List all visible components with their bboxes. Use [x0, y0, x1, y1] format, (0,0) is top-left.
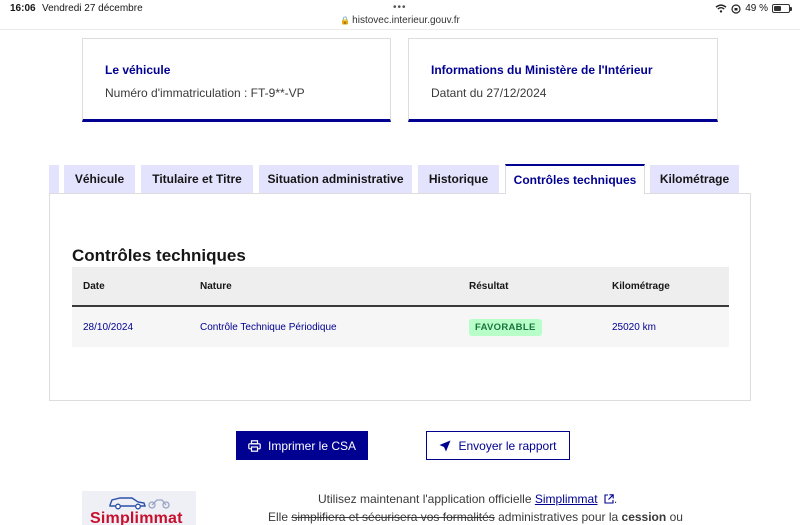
send-report-label: Envoyer le rapport [458, 438, 557, 453]
status-indicators: 49 % [715, 3, 792, 14]
tab-vehicule[interactable]: Véhicule [64, 165, 135, 193]
promo-line-1-suffix: . [613, 492, 618, 506]
promo-line-1-prefix: Utilisez maintenant l'application offici… [318, 492, 532, 506]
tab-historique[interactable]: Historique [418, 165, 499, 193]
tab-panel: Contrôles techniques Date Nature Résulta… [49, 193, 751, 401]
send-report-button[interactable]: Envoyer le rapport [426, 431, 570, 460]
ministry-card: Informations du Ministère de l'Intérieur… [408, 38, 718, 122]
vehicle-card-title: Le véhicule [105, 63, 171, 77]
inspections-table: Date Nature Résultat Kilométrage 28/10/2… [72, 267, 729, 347]
printer-icon [248, 439, 261, 452]
row-result: FAVORABLE [469, 307, 542, 347]
battery-icon [772, 4, 792, 13]
promo-line-2-mid: administratives pour la [498, 510, 619, 524]
promo-line-1: Utilisez maintenant l'application offici… [0, 492, 800, 506]
promo-line-2-bold: cession [621, 510, 667, 524]
result-badge: FAVORABLE [469, 318, 542, 336]
status-date: Vendredi 27 décembre [42, 3, 143, 14]
status-bar: 16:06 Vendredi 27 décembre ••• 🔒 histovec… [0, 0, 800, 30]
table-header: Date Nature Résultat Kilométrage [72, 267, 729, 307]
address-url: histovec.interieur.gouv.fr [352, 15, 460, 26]
column-header-kilometrage: Kilométrage [612, 280, 670, 292]
tab-titulaire-et-titre[interactable]: Titulaire et Titre [141, 165, 253, 193]
send-icon [439, 440, 451, 451]
address-bar[interactable]: 🔒 histovec.interieur.gouv.fr [0, 15, 800, 26]
tab-situation-administrative[interactable]: Situation administrative [259, 165, 412, 193]
vehicle-card: Le véhicule Numéro d'immatriculation : F… [82, 38, 391, 122]
row-date: 28/10/2024 [83, 321, 134, 333]
column-header-nature: Nature [200, 280, 232, 292]
ministry-card-title: Informations du Ministère de l'Intérieur [431, 63, 653, 77]
promo-line-2-suffix: ou [669, 510, 683, 524]
orientation-lock-icon [731, 3, 741, 14]
print-csa-label: Imprimer le CSA [267, 438, 356, 453]
print-csa-button[interactable]: Imprimer le CSA [236, 431, 368, 460]
tab-overflow-left[interactable] [49, 165, 59, 193]
promo-line-2-prefix: Elle [268, 510, 289, 524]
row-kilometrage: 25020 km [612, 321, 656, 333]
more-options-icon[interactable]: ••• [393, 2, 407, 13]
status-time: 16:06 [10, 3, 36, 14]
promo-line-2-struck: simplifiera et sécurisera vos formalités [291, 510, 495, 524]
row-nature: Contrôle Technique Périodique [200, 321, 337, 333]
table-row: 28/10/2024 Contrôle Technique Périodique… [72, 307, 729, 347]
promo-line-2: Elle simplifiera et sécurisera vos forma… [268, 510, 683, 524]
simplimmat-link[interactable]: Simplimmat [535, 492, 598, 506]
panel-title: Contrôles techniques [72, 246, 246, 265]
tab-kilometrage[interactable]: Kilométrage [650, 165, 739, 193]
column-header-date: Date [83, 280, 105, 292]
battery-percent: 49 % [745, 3, 768, 14]
tab-controles-techniques[interactable]: Contrôles techniques [505, 164, 645, 194]
external-link-icon [604, 494, 614, 504]
column-header-resultat: Résultat [469, 280, 509, 292]
ministry-date-text: Datant du 27/12/2024 [431, 86, 547, 100]
wifi-icon [715, 4, 727, 13]
simplimmat-logo-text: Simplimmat [90, 510, 183, 525]
lock-icon: 🔒 [340, 16, 351, 25]
vehicle-plate-text: Numéro d'immatriculation : FT-9**-VP [105, 86, 305, 100]
